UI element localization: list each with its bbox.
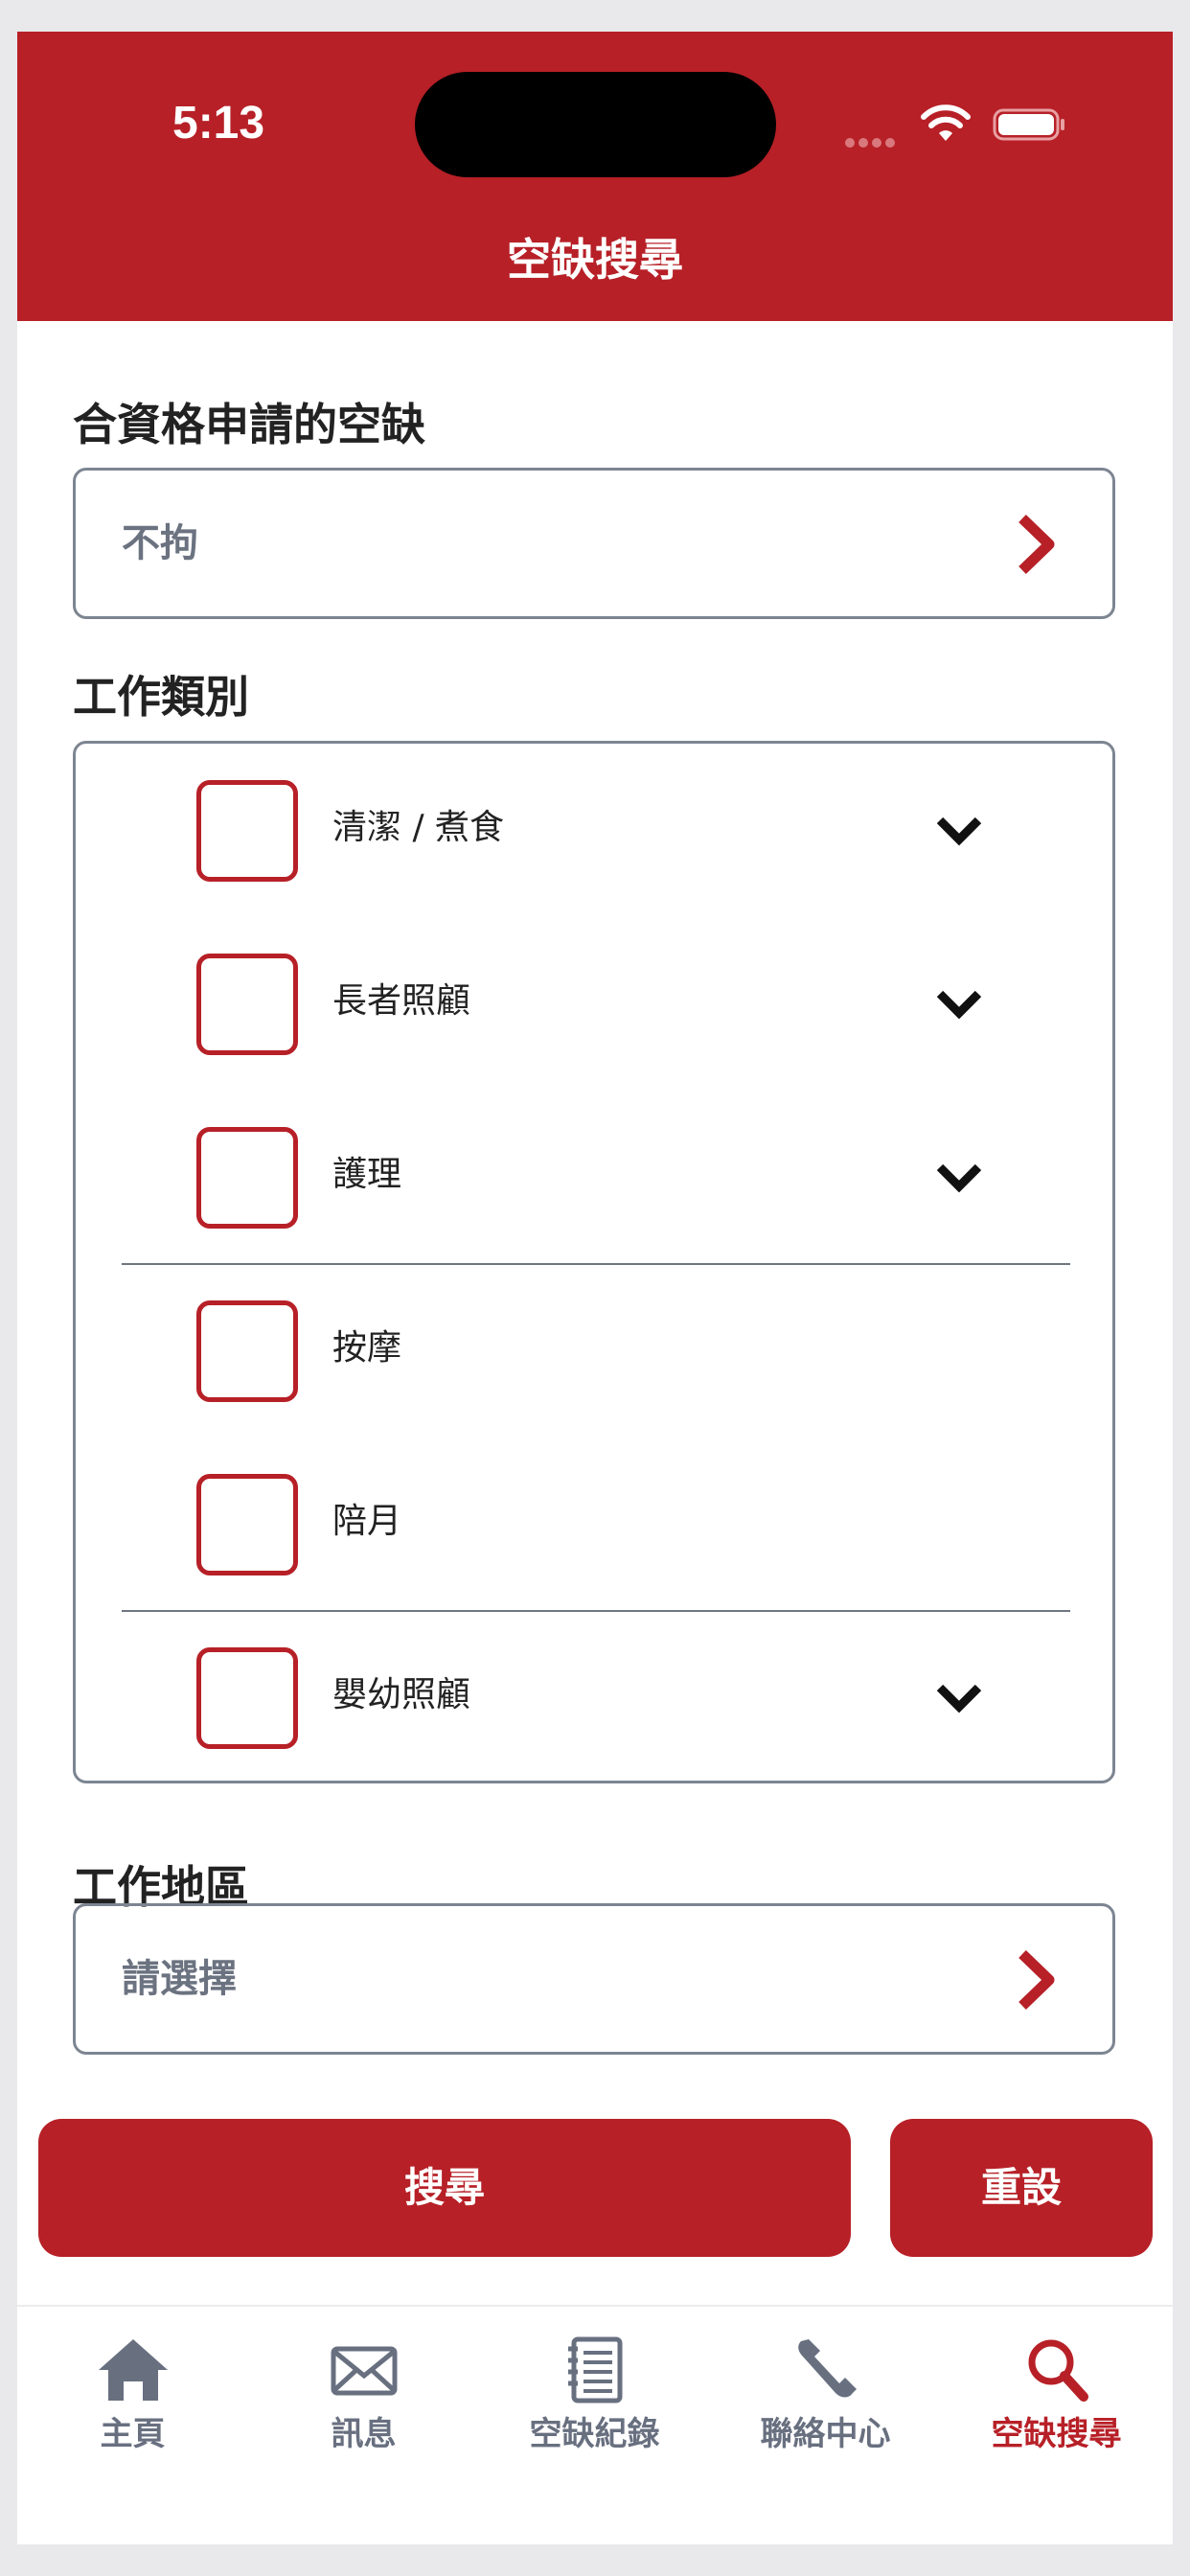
tab-label: 主頁 [100,2415,166,2453]
cellular-signal-icon [845,133,899,151]
tab-contact-center[interactable]: 聯絡中心 [710,2307,941,2498]
categories-label: 工作類別 [73,671,249,723]
category-checkbox[interactable] [196,1127,298,1229]
wifi-icon [921,104,971,141]
search-icon [1028,2339,1088,2402]
header-bar: 5:13 空缺搜尋 [17,32,1173,321]
category-row[interactable]: 護理 [76,1091,1112,1264]
category-list: 清潔 / 煮食 長者照顧 護理 按摩 陪月 嬰幼照顧 [73,741,1115,1783]
status-time: 5:13 [172,98,265,149]
app-screen: 5:13 空缺搜尋 合資格申請的空缺 不拘 工作類別 清潔 / 煮食 長者照顧 … [17,32,1173,2544]
reset-button[interactable]: 重設 [890,2119,1153,2257]
category-row[interactable]: 長者照顧 [76,917,1112,1091]
eligible-value: 不拘 [122,521,198,565]
category-label: 長者照顧 [332,981,471,1021]
category-label: 嬰幼照顧 [332,1675,471,1714]
category-label: 清潔 / 煮食 [332,808,505,847]
eligible-label: 合資格申請的空缺 [73,399,425,450]
category-checkbox[interactable] [196,1300,298,1402]
category-label: 按摩 [332,1328,402,1368]
chevron-down-icon[interactable] [934,1158,984,1198]
tab-label: 聯絡中心 [760,2415,891,2453]
category-row[interactable]: 按摩 [76,1264,1112,1438]
category-checkbox[interactable] [196,1474,298,1576]
category-checkbox[interactable] [196,780,298,882]
tab-home[interactable]: 主頁 [17,2307,248,2498]
region-value: 請選擇 [122,1957,237,2001]
battery-icon [993,108,1064,141]
envelope-icon [331,2346,397,2396]
phone-icon [797,2339,857,2398]
category-label: 護理 [332,1155,402,1194]
home-icon [98,2339,168,2401]
tab-label: 空缺搜尋 [991,2415,1122,2453]
eligible-select[interactable]: 不拘 [73,468,1115,619]
page-title: 空缺搜尋 [507,234,683,286]
chevron-down-icon[interactable] [934,811,984,851]
region-select[interactable]: 請選擇 [73,1903,1115,2055]
tab-bar: 主頁 訊息 空缺紀錄 聯絡中心 空缺搜尋 [17,2305,1173,2544]
chevron-down-icon[interactable] [934,1678,984,1718]
category-row[interactable]: 嬰幼照顧 [76,1611,1112,1784]
chevron-right-icon [1018,515,1055,574]
chevron-down-icon[interactable] [934,984,984,1024]
category-checkbox[interactable] [196,954,298,1055]
category-row[interactable]: 陪月 [76,1438,1112,1611]
category-checkbox[interactable] [196,1647,298,1749]
dynamic-island [415,72,776,177]
search-button[interactable]: 搜尋 [38,2119,851,2257]
tab-messages[interactable]: 訊息 [248,2307,479,2498]
notebook-icon [567,2336,622,2404]
tab-vacancy-records[interactable]: 空缺紀錄 [479,2307,710,2498]
chevron-right-icon [1018,1950,1055,2010]
tab-vacancy-search[interactable]: 空缺搜尋 [941,2307,1172,2498]
category-row[interactable]: 清潔 / 煮食 [76,744,1112,917]
category-label: 陪月 [332,1502,402,1541]
tab-label: 空缺紀錄 [529,2415,660,2453]
tab-label: 訊息 [331,2415,397,2453]
